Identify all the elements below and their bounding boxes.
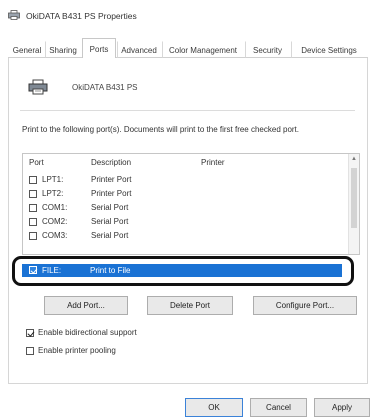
column-header-printer[interactable]: Printer [201,158,225,167]
column-header-description[interactable]: Description [91,158,131,167]
tab-sharing[interactable]: Sharing [45,41,81,58]
printer-icon [28,79,48,95]
configure-port-button[interactable]: Configure Port... [253,296,357,315]
delete-port-button[interactable]: Delete Port [147,296,233,315]
port-description: Printer Port [91,175,132,184]
printer-pooling-option[interactable]: Enable printer pooling [26,346,326,358]
port-description: Serial Port [91,203,129,212]
printer-icon [8,10,20,20]
apply-button[interactable]: Apply [314,398,370,417]
tab-security[interactable]: Security [245,41,290,58]
port-checkbox[interactable] [29,176,37,184]
ports-list[interactable]: Port Description Printer LPT1: Printer P… [22,153,360,255]
printer-name: OkiDATA B431 PS [72,83,138,92]
title-bar: OkiDATA B431 PS Properties [0,0,376,30]
tab-device-settings[interactable]: Device Settings [291,41,367,58]
ports-list-scrollbar[interactable]: ▲ [348,154,359,254]
tab-ports[interactable]: Ports [82,38,116,59]
ports-description: Print to the following port(s). Document… [22,125,300,134]
port-name: LPT2: [42,189,64,198]
port-checkbox[interactable] [29,204,37,212]
port-description: Serial Port [91,217,129,226]
window-title: OkiDATA B431 PS Properties [26,11,137,21]
port-row[interactable]: LPT2: Printer Port [29,189,329,201]
port-row[interactable]: LPT1: Printer Port [29,175,329,187]
column-header-port[interactable]: Port [29,158,44,167]
tab-advanced[interactable]: Advanced [117,41,161,58]
port-row[interactable]: COM3: Serial Port [29,231,329,243]
ok-button[interactable]: OK [185,398,243,417]
port-checkbox[interactable] [29,218,37,226]
port-name: LPT1: [42,175,64,184]
port-row-selected[interactable]: FILE: Print to File [22,264,342,277]
bidirectional-support-checkbox[interactable] [26,329,34,337]
divider [20,110,355,111]
port-description: Printer Port [91,189,132,198]
scroll-up-arrow-icon[interactable]: ▲ [351,156,357,162]
port-name: COM3: [42,231,68,240]
printer-pooling-checkbox[interactable] [26,347,34,355]
bidirectional-support-option[interactable]: Enable bidirectional support [26,328,326,340]
port-name: COM2: [42,217,68,226]
port-checkbox[interactable] [29,232,37,240]
tab-color-management[interactable]: Color Management [162,41,244,58]
printer-pooling-label[interactable]: Enable printer pooling [38,346,116,355]
tab-strip: General Sharing Ports Advanced Color Man… [8,38,368,59]
port-row[interactable]: COM1: Serial Port [29,203,329,215]
port-description: Print to File [90,266,131,275]
port-row[interactable]: COM2: Serial Port [29,217,329,229]
port-name: FILE: [42,266,62,275]
cancel-button[interactable]: Cancel [250,398,307,417]
tab-general[interactable]: General [10,41,44,58]
scrollbar-thumb[interactable] [351,168,357,228]
port-checkbox-checked[interactable] [29,266,37,274]
port-name: COM1: [42,203,68,212]
port-checkbox[interactable] [29,190,37,198]
add-port-button[interactable]: Add Port... [44,296,128,315]
port-description: Serial Port [91,231,129,240]
bidirectional-support-label[interactable]: Enable bidirectional support [38,328,137,337]
